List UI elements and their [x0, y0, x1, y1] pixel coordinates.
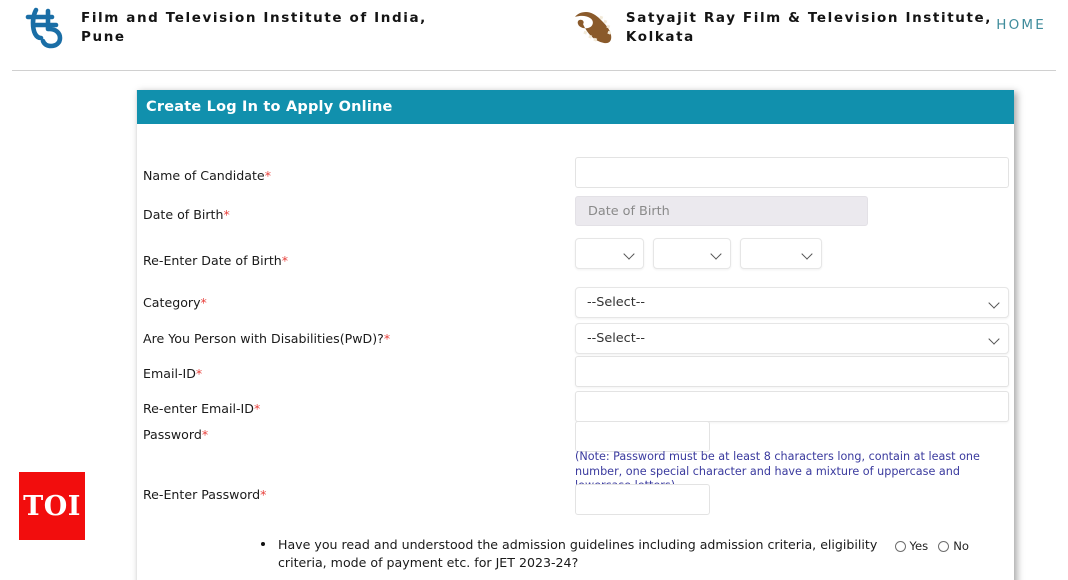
required-asterisk: *: [253, 401, 261, 416]
radio-circle-icon[interactable]: [894, 540, 906, 552]
label-reenter-date-of-birth: Re-Enter Date of Birth*: [143, 253, 289, 268]
question-options: Yes No: [894, 539, 969, 553]
field-reenter-date-of-birth: [575, 238, 822, 269]
chevron-down-icon: [712, 250, 721, 259]
srfti-film-reel-logo-icon: [567, 5, 615, 51]
required-asterisk: *: [281, 253, 289, 268]
bullet-icon: [261, 542, 265, 546]
chevron-down-icon: [803, 250, 812, 259]
required-asterisk: *: [223, 207, 230, 222]
pwd-select[interactable]: --Select--: [575, 323, 1009, 354]
chevron-down-icon: [990, 335, 999, 344]
label-name-of-candidate: Name of Candidate*: [143, 168, 271, 183]
category-select[interactable]: --Select--: [575, 287, 1009, 318]
field-name-of-candidate: [575, 157, 1009, 188]
reenter-email-id-input[interactable]: [575, 391, 1009, 422]
brand-srfti-label: Satyajit Ray Film & Television Institute…: [625, 10, 992, 45]
dob-year-select[interactable]: [740, 238, 822, 269]
field-category: --Select--: [575, 287, 1009, 318]
required-asterisk: *: [383, 331, 391, 346]
create-login-card: Create Log In to Apply Online Name of Ca…: [136, 90, 1014, 580]
chevron-down-icon: [990, 299, 999, 308]
required-asterisk: *: [200, 295, 207, 310]
field-email-id: [575, 356, 1009, 387]
label-category: Category*: [143, 295, 207, 310]
name-of-candidate-input[interactable]: [575, 157, 1009, 188]
field-person-with-disabilities: --Select--: [575, 323, 1009, 354]
radio-option-no[interactable]: No: [938, 539, 969, 553]
toi-watermark: TOI: [19, 472, 85, 540]
label-date-of-birth: Date of Birth*: [143, 207, 230, 222]
page-root: Film and Television Institute of India, …: [0, 0, 1068, 580]
required-asterisk: *: [195, 366, 203, 381]
question-row: Have you read and understood the admissi…: [261, 536, 1001, 579]
question-text: Have you read and understood the admissi…: [278, 537, 878, 570]
declaration-questions-list: Have you read and understood the admissi…: [261, 536, 1001, 580]
field-reenter-password: [575, 484, 710, 515]
label-reenter-email-id: Re-enter Email-ID*: [143, 401, 261, 416]
radio-option-yes[interactable]: Yes: [894, 539, 928, 553]
reenter-password-input[interactable]: [575, 484, 710, 515]
brand-srfti: Satyajit Ray Film & Television Institute…: [567, 5, 992, 51]
email-id-input[interactable]: [575, 356, 1009, 387]
field-date-of-birth: Date of Birth: [575, 196, 868, 226]
dob-day-select[interactable]: [575, 238, 644, 269]
label-email-id: Email-ID*: [143, 366, 203, 381]
label-person-with-disabilities: Are You Person with Disabilities(PwD)?*: [143, 331, 391, 346]
required-asterisk: *: [260, 487, 267, 502]
required-asterisk: *: [264, 168, 271, 183]
brand-ftii: Film and Television Institute of India, …: [22, 5, 427, 51]
dob-month-select[interactable]: [653, 238, 731, 269]
nav-home-link[interactable]: HOME: [996, 17, 1046, 33]
field-password: [575, 421, 710, 452]
brand-ftii-label: Film and Television Institute of India, …: [81, 10, 427, 45]
toi-watermark-label: TOI: [23, 490, 81, 522]
site-header: Film and Television Institute of India, …: [0, 0, 1068, 56]
header-divider: [12, 70, 1056, 71]
password-input[interactable]: [575, 421, 710, 452]
required-asterisk: *: [201, 427, 209, 442]
label-reenter-password: Re-Enter Password*: [143, 487, 267, 502]
radio-circle-icon[interactable]: [938, 540, 950, 552]
date-of-birth-picker[interactable]: Date of Birth: [575, 196, 868, 226]
label-password: Password*: [143, 427, 209, 442]
ftii-logo-icon: [22, 5, 70, 51]
card-body: Name of Candidate* Date of Birth* Date o…: [137, 124, 1014, 580]
card-title: Create Log In to Apply Online: [146, 99, 393, 115]
field-reenter-email-id: [575, 391, 1009, 422]
chevron-down-icon: [625, 250, 634, 259]
card-title-bar: Create Log In to Apply Online: [137, 90, 1014, 124]
